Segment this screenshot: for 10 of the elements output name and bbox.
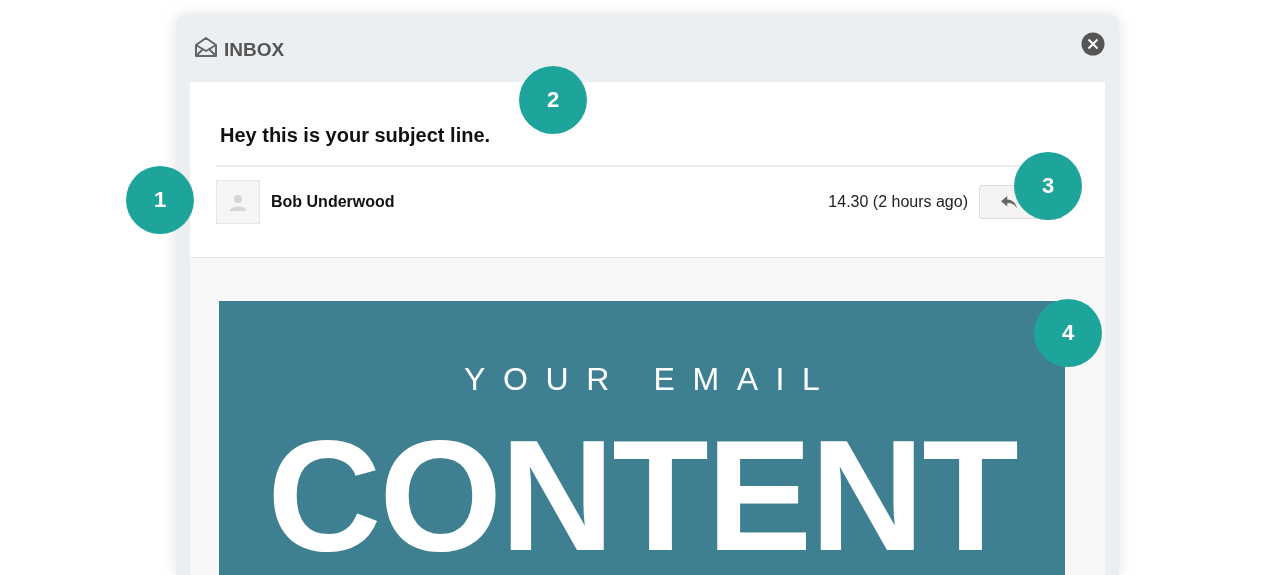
close-button[interactable]	[1081, 31, 1105, 56]
banner-headline: CONTENT	[266, 416, 1018, 574]
avatar-icon	[216, 180, 260, 224]
window-title: INBOX	[224, 38, 285, 61]
reply-icon	[999, 195, 1018, 209]
step-marker: 1	[126, 166, 194, 234]
banner-kicker: YOUR EMAIL	[463, 361, 839, 398]
sender-name: Bob Underwood	[271, 193, 395, 211]
envelope-icon	[194, 35, 218, 58]
message-time: 14.30 (2 hours ago)	[828, 193, 968, 211]
